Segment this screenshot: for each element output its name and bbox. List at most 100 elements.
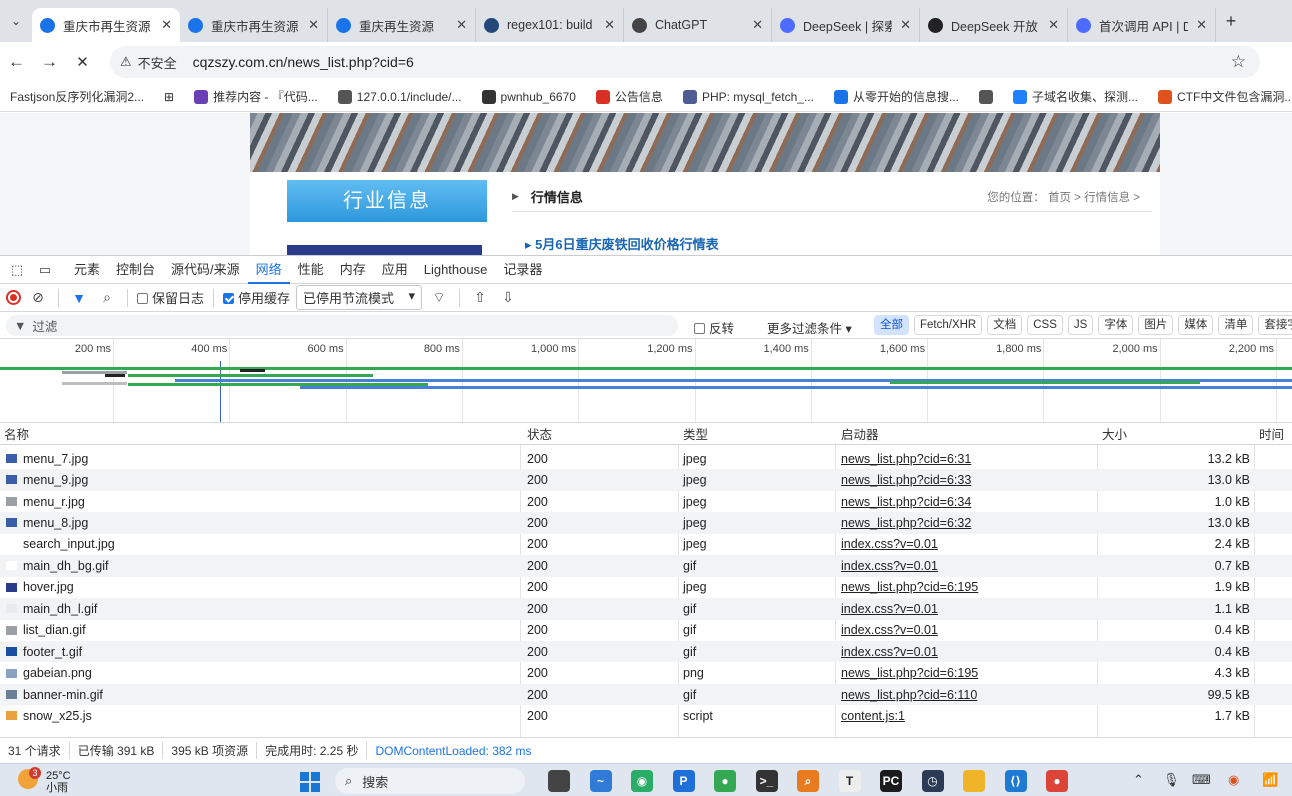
- close-icon[interactable]: ✕: [900, 17, 911, 33]
- file-explorer-dark-icon[interactable]: [548, 770, 570, 792]
- table-row[interactable]: main_dh_bg.gif 200 gif index.css?v=0.01 0.7 …: [0, 555, 1292, 577]
- tab-title[interactable]: ChatGPT: [655, 18, 744, 32]
- bookmark-item[interactable]: 子域名收集、探测...: [1013, 88, 1138, 105]
- type-filter-chip[interactable]: 字体: [1098, 315, 1134, 335]
- bookmark-item[interactable]: [979, 89, 993, 104]
- invert-checkbox[interactable]: 反转: [694, 318, 734, 337]
- timeline-overview[interactable]: 200 ms 400 ms 600 ms 800 ms 1,000 ms 1,200 ms…: [0, 339, 1292, 423]
- type-filter-chip[interactable]: 媒体: [1178, 315, 1214, 335]
- table-row[interactable]: banner-min.gif 200 gif news_list.php?cid=6:…: [0, 683, 1292, 706]
- devtools-tab[interactable]: 记录器: [495, 256, 550, 284]
- request-initiator[interactable]: content.js:1: [841, 705, 1091, 726]
- filter-funnel-icon[interactable]: ▼: [68, 290, 90, 306]
- type-filter-chip[interactable]: CSS: [1027, 315, 1063, 335]
- browser-tab[interactable]: ChatGPT ✕: [624, 8, 772, 42]
- vscode-icon[interactable]: ⟨⟩: [1004, 770, 1027, 792]
- request-initiator[interactable]: index.css?v=0.01: [841, 620, 1091, 641]
- table-body[interactable]: menu_7.jpg 200 jpeg news_list.php?cid=6:31 1…: [0, 445, 1292, 737]
- browser-tab[interactable]: 重庆市再生资源 ✕: [32, 8, 180, 42]
- checkbox-unchecked[interactable]: [137, 293, 148, 304]
- bookmark-item[interactable]: CTF中文件包含漏洞...: [1158, 88, 1292, 105]
- news-title[interactable]: 5月6日重庆废铁回收价格行情表: [535, 237, 718, 252]
- table-row[interactable]: snow_x25.js 200 script content.js:1 1.7 kB: [0, 705, 1292, 726]
- forward-arrow-icon[interactable]: →: [33, 52, 66, 72]
- request-initiator[interactable]: index.css?v=0.01: [841, 555, 1091, 576]
- disable-cache-label[interactable]: 停用缓存: [238, 291, 290, 306]
- request-initiator[interactable]: index.css?v=0.01: [841, 598, 1091, 619]
- wifi-icon[interactable]: 📶: [1262, 772, 1278, 788]
- warning-triangle-icon[interactable]: ⚠: [120, 54, 132, 70]
- tab-title[interactable]: 重庆再生资源: [359, 16, 448, 35]
- microphone-icon[interactable]: 🎙: [1163, 772, 1180, 788]
- bookmark-label[interactable]: PHP: mysql_fetch_...: [702, 90, 814, 104]
- request-initiator[interactable]: news_list.php?cid=6:195: [841, 577, 1091, 598]
- bookmark-label[interactable]: Fastjson反序列化漏洞2...: [10, 88, 144, 105]
- tab-title[interactable]: DeepSeek | 探索: [803, 16, 892, 35]
- bookmark-label[interactable]: 子域名收集、探测...: [1032, 88, 1138, 105]
- table-row[interactable]: main_dh_l.gif 200 gif index.css?v=0.01 1.1 k…: [0, 598, 1292, 620]
- terminal-icon[interactable]: >_: [755, 770, 778, 792]
- close-icon[interactable]: ✕: [308, 17, 319, 33]
- devtools-tab[interactable]: 网络: [247, 256, 290, 284]
- export-har-icon[interactable]: ⇩: [497, 289, 519, 306]
- more-filters-label[interactable]: 更多过滤条件: [767, 322, 842, 336]
- column-header-status[interactable]: 状态: [527, 423, 677, 444]
- table-row[interactable]: menu_8.jpg 200 jpeg news_list.php?cid=6:32 1…: [0, 512, 1292, 534]
- table-row[interactable]: gabeian.png 200 png news_list.php?cid=6:195…: [0, 663, 1292, 684]
- photos-icon[interactable]: ~: [589, 770, 612, 792]
- checkbox-checked[interactable]: [223, 293, 235, 304]
- table-row[interactable]: search_input.jpg 200 jpeg index.css?v=0.01 2…: [0, 534, 1292, 555]
- type-filter-chip[interactable]: Fetch/XHR: [914, 315, 983, 335]
- chrome-icon[interactable]: ●: [1046, 770, 1068, 792]
- browser-tab[interactable]: 重庆市再生资源 ✕: [180, 8, 328, 42]
- request-initiator[interactable]: news_list.php?cid=6:32: [841, 512, 1091, 533]
- windows-start-icon[interactable]: [300, 772, 320, 792]
- device-toolbar-icon[interactable]: ▭: [34, 262, 56, 278]
- taskbar-search[interactable]: ⌕ 搜索: [335, 768, 525, 794]
- request-initiator[interactable]: news_list.php?cid=6:195: [841, 663, 1091, 684]
- bookmark-label[interactable]: 公告信息: [615, 88, 663, 105]
- disable-cache-checkbox[interactable]: 停用缓存: [223, 288, 290, 307]
- record-icon[interactable]: [6, 290, 21, 305]
- table-row[interactable]: menu_9.jpg 200 jpeg news_list.php?cid=6:33 1…: [0, 469, 1292, 491]
- bookmark-item[interactable]: pwnhub_6670: [481, 89, 576, 104]
- inspect-element-icon[interactable]: ⬚: [6, 262, 28, 278]
- close-icon[interactable]: ✕: [1048, 17, 1059, 33]
- browser-tab[interactable]: 首次调用 API | D ✕: [1068, 8, 1216, 42]
- insecure-label[interactable]: 不安全: [138, 53, 177, 72]
- tab-title[interactable]: DeepSeek 开放: [951, 16, 1040, 35]
- table-row[interactable]: menu_r.jpg 200 jpeg news_list.php?cid=6:34 1…: [0, 491, 1292, 512]
- devtools-tab[interactable]: Lighthouse: [416, 256, 496, 284]
- devtools-tab[interactable]: 元素: [66, 256, 108, 284]
- request-initiator[interactable]: index.css?v=0.01: [841, 641, 1091, 662]
- bookmark-label[interactable]: pwnhub_6670: [501, 90, 576, 104]
- request-initiator[interactable]: news_list.php?cid=6:31: [841, 448, 1091, 469]
- bookmark-item[interactable]: 公告信息: [595, 88, 663, 105]
- clear-icon[interactable]: ⊘: [27, 289, 49, 306]
- filter-input[interactable]: ▼ 过滤: [6, 315, 678, 336]
- throttle-select[interactable]: 已停用节流模式 ▾: [296, 285, 423, 310]
- bookmark-label[interactable]: 推荐内容 - 『代码...: [213, 88, 318, 105]
- bookmark-item[interactable]: 推荐内容 - 『代码...: [194, 88, 318, 105]
- preserve-log-label[interactable]: 保留日志: [152, 291, 204, 306]
- stop-loading-icon[interactable]: ✕: [66, 53, 99, 71]
- p-app-icon[interactable]: P: [672, 770, 695, 792]
- bookmark-item[interactable]: 从零开始的信息搜...: [833, 88, 959, 105]
- invert-label[interactable]: 反转: [709, 322, 734, 336]
- browser-tab[interactable]: regex101: build ✕: [476, 8, 624, 42]
- bookmark-label[interactable]: 从零开始的信息搜...: [853, 88, 959, 105]
- table-row[interactable]: hover.jpg 200 jpeg news_list.php?cid=6:195 1…: [0, 577, 1292, 598]
- devtools-tab[interactable]: 性能: [290, 256, 332, 284]
- devtools-tab[interactable]: 内存: [332, 256, 374, 284]
- tab-title[interactable]: 重庆市再生资源: [211, 16, 300, 35]
- column-header-size[interactable]: 大小: [1102, 423, 1252, 444]
- close-icon[interactable]: ✕: [161, 17, 172, 33]
- type-filter-chip[interactable]: 图片: [1138, 315, 1174, 335]
- pycharm-icon[interactable]: PC: [880, 770, 902, 792]
- network-conditions-icon[interactable]: ⌔: [428, 289, 450, 307]
- column-header-time[interactable]: 时间: [1259, 423, 1292, 444]
- more-filters-dropdown[interactable]: 更多过滤条件 ▾: [767, 318, 852, 337]
- devtools-tab[interactable]: 应用: [374, 256, 416, 284]
- table-row[interactable]: footer_t.gif 200 gif index.css?v=0.01 0.4 kB: [0, 641, 1292, 663]
- request-initiator[interactable]: index.css?v=0.01: [841, 534, 1091, 555]
